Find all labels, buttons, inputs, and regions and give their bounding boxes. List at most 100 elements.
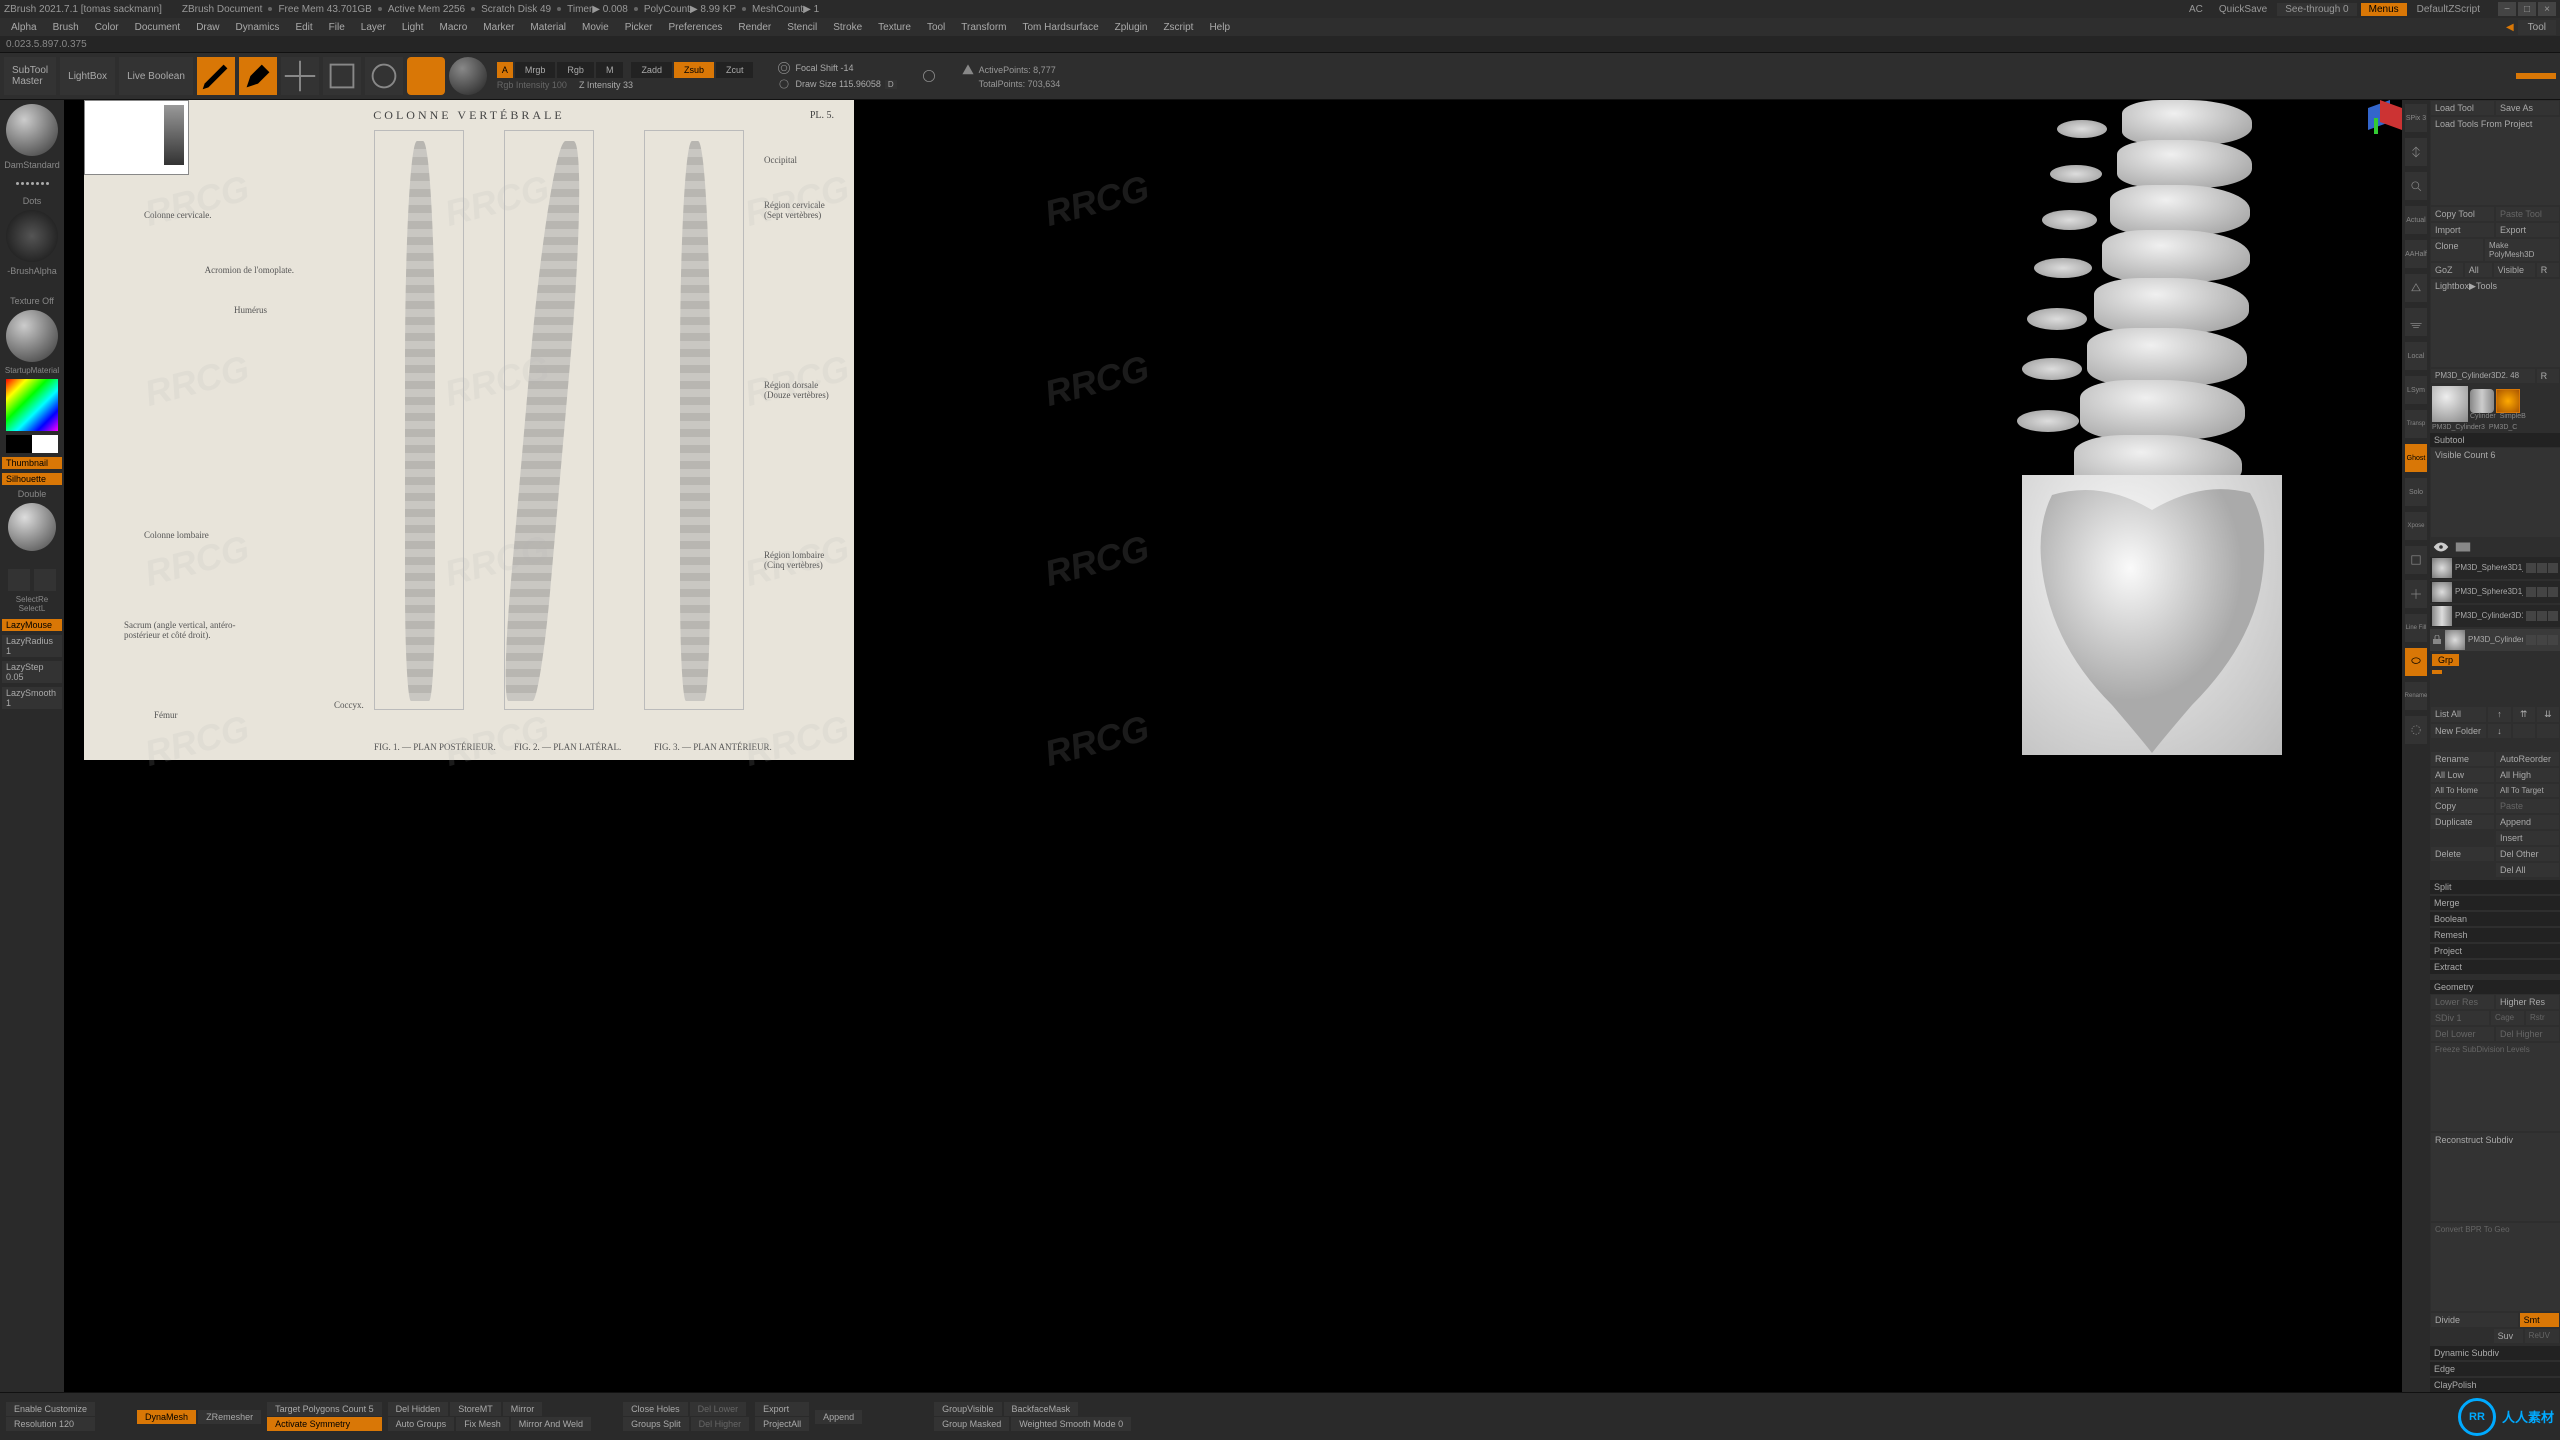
lazymouse-toggle[interactable]: LazyMouse [2,619,62,631]
tool-thumb-2[interactable] [2496,389,2520,413]
default-zscript[interactable]: DefaultZScript [2411,3,2486,16]
tool-thumb-active[interactable] [2432,386,2468,422]
z-intensity-slider[interactable]: Z Intensity 33 [579,80,633,90]
menu-texture[interactable]: Texture [871,21,918,34]
close-button[interactable]: × [2538,2,2556,16]
new-folder-button[interactable]: New Folder [2431,724,2486,738]
paste-tool-button[interactable]: Paste Tool [2496,207,2559,221]
subtool-item[interactable]: PM3D_Sphere3D1_2 [2430,581,2560,603]
list-all-button[interactable]: List All [2431,707,2486,722]
menu-color[interactable]: Color [88,21,126,34]
menus-toggle[interactable]: Menus [2361,3,2407,16]
subtool-item[interactable]: PM3D_Cylinder3D1_1 [2430,605,2560,627]
lazysmooth-slider[interactable]: LazySmooth 1 [2,687,62,709]
menu-dynamics[interactable]: Dynamics [229,21,287,34]
menu-render[interactable]: Render [731,21,778,34]
load-tool-button[interactable]: Load Tool [2431,101,2494,115]
actual-button[interactable]: Actual [2405,206,2427,234]
scroll-button[interactable] [2405,138,2427,166]
menu-marker[interactable]: Marker [476,21,521,34]
focal-shift-slider[interactable]: Focal Shift -14 [795,63,853,73]
rename-button[interactable]: Rename [2431,752,2494,766]
zadd-button[interactable]: Zadd [631,62,672,78]
canvas[interactable]: COLONNE VERTÉBRALE PL. 5. Colonne cervic… [64,100,2402,1392]
menu-zplugin[interactable]: Zplugin [1108,21,1155,34]
transp-button[interactable]: Transp [2405,410,2427,438]
thumbnail-preview[interactable] [8,503,56,551]
frame-button[interactable] [2405,546,2427,574]
menu-stroke[interactable]: Stroke [826,21,869,34]
rgb-button[interactable]: Rgb [557,62,594,78]
seethrough-slider[interactable]: See-through 0 [2277,3,2356,16]
menu-tool[interactable]: Tool [920,21,952,34]
sculptris-sphere[interactable] [449,57,487,95]
menu-movie[interactable]: Movie [575,21,616,34]
floor-button[interactable] [2405,308,2427,336]
draw-size-slider[interactable]: Draw Size 115.96058 [795,79,880,89]
menu-transform[interactable]: Transform [954,21,1013,34]
menu-preferences[interactable]: Preferences [661,21,729,34]
alpha-selector[interactable] [6,210,58,262]
menu-edit[interactable]: Edit [288,21,319,34]
menu-help[interactable]: Help [1202,21,1237,34]
tool-thumb-1[interactable] [2470,389,2494,413]
lightbox-button[interactable]: LightBox [60,57,115,95]
lazyradius-slider[interactable]: LazyRadius 1 [2,635,62,657]
gizmo-button[interactable] [407,57,445,95]
make-polymesh-button[interactable]: Make PolyMesh3D [2485,239,2559,261]
menu-draw[interactable]: Draw [189,21,226,34]
stroke-selector[interactable] [8,174,56,192]
brush-selector[interactable] [6,104,58,156]
menu-stencil[interactable]: Stencil [780,21,824,34]
zsub-button[interactable]: Zsub [674,62,714,78]
visible-count-slider[interactable]: Visible Count 6 [2431,448,2560,536]
copy-tool-button[interactable]: Copy Tool [2431,207,2494,221]
subtool-item[interactable]: PM3D_Sphere3D1_1 [2430,557,2560,579]
maximize-button[interactable]: □ [2518,2,2536,16]
subtool-section-header[interactable]: Subtool [2430,433,2560,447]
menu-alpha[interactable]: Alpha [4,21,44,34]
rgb-intensity-slider[interactable]: Rgb Intensity 100 [497,80,567,90]
paint-icon[interactable] [2454,540,2472,554]
lasso-button[interactable] [2405,648,2427,676]
grp-button[interactable]: Grp [2432,654,2459,666]
scale-mode-button[interactable] [323,57,361,95]
dynamesh-button[interactable]: DynaMesh [137,1410,196,1424]
rotate-mode-button[interactable] [365,57,403,95]
activate-symmetry-button[interactable]: Activate Symmetry [267,1417,382,1431]
navigation-cube[interactable] [2368,104,2398,134]
model-viewport[interactable] [2002,100,2402,760]
autoreorder-button[interactable]: AutoReorder [2496,752,2559,766]
move-mode-button[interactable] [281,57,319,95]
resolution-slider[interactable]: Resolution 120 [6,1417,95,1431]
linefill-button[interactable]: Line Fill [2405,614,2427,642]
target-poly-slider[interactable]: Target Polygons Count 5 [267,1402,382,1416]
mrgb-button[interactable]: Mrgb [515,62,556,78]
aahalf-button[interactable]: AAHalf [2405,240,2427,268]
ac-button[interactable]: AC [2183,3,2209,16]
a-button[interactable]: A [497,62,513,78]
zremesher-button[interactable]: ZRemesher [198,1410,261,1424]
spix-button[interactable]: SPix 3 [2405,104,2427,132]
material-selector[interactable] [6,310,58,362]
solo-button[interactable]: Solo [2405,478,2427,506]
draw-mode-button[interactable] [239,57,277,95]
extra-button[interactable] [2405,716,2427,744]
menu-picker[interactable]: Picker [618,21,660,34]
m-button[interactable]: M [596,62,624,78]
zoom-button[interactable] [2405,172,2427,200]
menu-brush[interactable]: Brush [46,21,86,34]
menu-light[interactable]: Light [395,21,431,34]
menu-document[interactable]: Document [128,21,188,34]
tool-panel-toggle[interactable]: Tool [2518,20,2556,35]
save-as-button[interactable]: Save As [2496,101,2559,115]
menu-hardsurface[interactable]: Tom Hardsurface [1016,21,1106,34]
persp-button[interactable] [2405,274,2427,302]
xpose-button[interactable]: Xpose [2405,512,2427,540]
enable-customize-button[interactable]: Enable Customize [6,1402,95,1416]
select-rect-icon[interactable] [8,569,30,591]
menu-material[interactable]: Material [523,21,573,34]
rename-strip-button[interactable]: Rename [2405,682,2427,710]
eye-icon[interactable] [2432,540,2450,554]
select-lasso-icon[interactable] [34,569,56,591]
